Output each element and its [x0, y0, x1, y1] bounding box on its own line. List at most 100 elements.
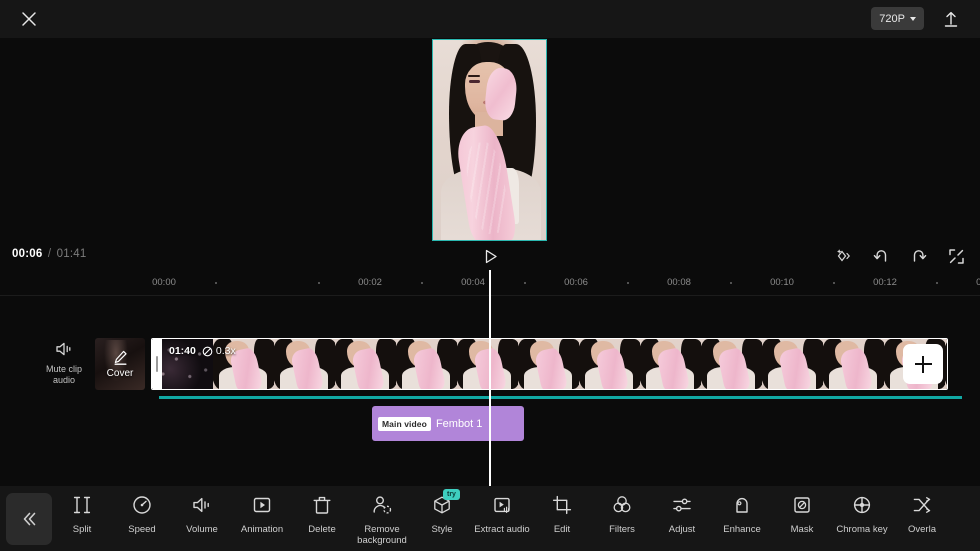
tool-extract-audio[interactable]: Extract audio	[472, 492, 532, 535]
adjust-sliders-icon	[671, 492, 693, 518]
ruler-tick-dot	[627, 282, 629, 284]
tool-label: Style	[431, 524, 453, 535]
tool-style[interactable]: try Style	[412, 489, 472, 535]
clip-thumbnail	[579, 339, 640, 389]
mask-icon	[791, 492, 813, 518]
clip-thumbnail	[701, 339, 762, 389]
enhance-icon	[731, 492, 753, 518]
close-icon[interactable]	[16, 6, 42, 32]
tool-label: Edit	[553, 524, 571, 535]
ruler-tick-dot	[318, 282, 320, 284]
tool-label: Remove background	[357, 524, 407, 546]
text-clip-fembot-1[interactable]: Main video Fembot 1	[372, 406, 524, 441]
trash-icon	[311, 492, 333, 518]
speaker-mute-icon	[54, 340, 74, 358]
tool-label: Filters	[609, 524, 635, 535]
clip-thumbnail	[945, 339, 947, 389]
pencil-icon	[112, 349, 129, 366]
clip-thumbnail	[396, 339, 457, 389]
top-bar: 720P	[0, 0, 980, 38]
clip-thumbnail	[518, 339, 579, 389]
tool-adjust[interactable]: Adjust	[652, 492, 712, 535]
transport-icon-group	[831, 245, 968, 267]
video-editor-app: 720P 00:06 / 01:41 00:00 00:02 00:04 00:…	[0, 0, 980, 551]
ruler-tick-label: 00:12	[873, 277, 897, 288]
clip-thumbnail	[640, 339, 701, 389]
ruler-tick-label: 00:08	[667, 277, 691, 288]
resolution-dropdown[interactable]: 720P	[871, 7, 924, 30]
current-time: 00:06	[12, 248, 43, 260]
tool-remove-background[interactable]: Remove background	[352, 492, 412, 546]
tool-volume[interactable]: Volume	[172, 492, 232, 535]
preview-area	[0, 38, 980, 242]
time-display: 00:06 / 01:41	[12, 248, 86, 260]
ruler-tick-label: 00:02	[358, 277, 382, 288]
clip-thumbnail-strip	[152, 339, 947, 389]
extract-audio-icon	[491, 492, 513, 518]
play-button[interactable]	[478, 245, 502, 267]
fullscreen-icon[interactable]	[945, 245, 968, 267]
export-icon[interactable]	[940, 8, 962, 30]
playhead[interactable]	[489, 270, 491, 486]
ruler-tick-label: 00:06	[564, 277, 588, 288]
tool-label: Split	[72, 524, 92, 535]
animation-icon	[251, 492, 273, 518]
collapse-toolbar-button[interactable]	[6, 492, 52, 545]
ruler-tick-dot	[936, 282, 938, 284]
tool-chroma-key[interactable]: Chroma key	[832, 492, 892, 535]
tool-label: Delete	[308, 524, 336, 535]
cover-label: Cover	[106, 368, 134, 379]
overlay-shuffle-icon	[911, 492, 933, 518]
tool-label: Enhance	[723, 524, 761, 535]
keyframe-icon[interactable]	[831, 245, 854, 267]
clip-trim-handle-left[interactable]	[152, 339, 162, 389]
tool-speed[interactable]: Speed	[112, 492, 172, 535]
mute-clip-audio-label: Mute clip audio	[45, 364, 82, 385]
total-time: 01:41	[56, 248, 87, 260]
tool-delete[interactable]: Delete	[292, 492, 352, 535]
transport-bar: 00:06 / 01:41	[0, 242, 980, 270]
ruler-tick-label: 00:10	[770, 277, 794, 288]
ruler-tick-dot	[524, 282, 526, 284]
tool-mask[interactable]: Mask	[772, 492, 832, 535]
clip-thumbnail	[762, 339, 823, 389]
mute-clip-audio-button[interactable]: Mute clip audio	[40, 340, 88, 386]
text-clip-label: Fembot 1	[435, 417, 483, 430]
tool-overla[interactable]: Overla	[892, 492, 952, 535]
tool-edit[interactable]: Edit	[532, 492, 592, 535]
clip-thumbnail	[335, 339, 396, 389]
ruler-tick-dot	[730, 282, 732, 284]
clip-thumbnail	[457, 339, 518, 389]
undo-icon[interactable]	[869, 245, 892, 267]
chroma-key-icon	[851, 492, 873, 518]
ruler-tick-dot	[421, 282, 423, 284]
add-clip-button[interactable]	[903, 344, 943, 384]
tool-split[interactable]: Split	[52, 492, 112, 535]
tool-filters[interactable]: Filters	[592, 492, 652, 535]
tool-label: Mask	[790, 524, 814, 535]
ruler-tick-label: 00:00	[152, 277, 176, 288]
ruler-tick-dot	[215, 282, 217, 284]
ruler-tick-label: 00:14	[976, 277, 980, 288]
split-icon	[71, 492, 93, 518]
audio-waveform-track[interactable]	[159, 396, 962, 399]
tool-label: Overla	[908, 524, 936, 535]
crop-icon	[551, 492, 573, 518]
video-clip-track[interactable]: 01:40 0.3x	[151, 338, 948, 390]
clip-thumbnail	[274, 339, 335, 389]
ruler-tick-dot	[833, 282, 835, 284]
redo-icon[interactable]	[907, 245, 930, 267]
preview-image	[433, 40, 546, 240]
video-preview-frame[interactable]	[432, 39, 547, 241]
cover-button[interactable]: Cover	[95, 338, 145, 390]
chevron-down-icon	[910, 16, 916, 21]
clip-thumbnail	[823, 339, 884, 389]
ruler-tick-label: 00:04	[461, 277, 485, 288]
tool-list: Split Speed Volume Animation Delete Remove ba…	[52, 486, 980, 551]
remove-background-icon	[371, 492, 393, 518]
volume-icon	[191, 492, 213, 518]
tool-animation[interactable]: Animation	[232, 492, 292, 535]
clip-thumbnail	[213, 339, 274, 389]
tool-enhance[interactable]: Enhance	[712, 492, 772, 535]
tool-label: Speed	[128, 524, 156, 535]
